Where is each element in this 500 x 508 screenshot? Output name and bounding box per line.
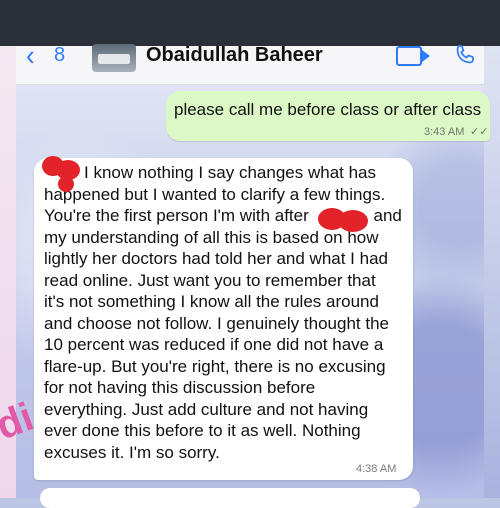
redaction-mark (338, 210, 368, 232)
avatar[interactable] (92, 44, 136, 72)
phone-call-icon[interactable] (452, 42, 478, 68)
message-line: for not having this discussion before (44, 378, 316, 397)
message-line: ever done this before to it as well. Not… (44, 421, 361, 440)
message-line: excuses it. I'm so sorry. (44, 442, 220, 462)
chevron-left-icon[interactable]: ‹ (26, 38, 35, 72)
message-line: flare-up. But you're right, there is no … (44, 356, 386, 376)
message-line: it's not something I know all the rules … (44, 292, 379, 311)
message-line: lightly her doctors had told her and wha… (44, 249, 388, 268)
outgoing-message-text: please call me before class or after cla… (174, 100, 482, 119)
device-status-bar (0, 0, 500, 46)
redaction-mark (58, 176, 74, 192)
read-receipt-icon: ✓✓ (470, 126, 489, 138)
back-button-count[interactable]: 8 (54, 44, 65, 67)
message-line: read online. Just want you to remember t… (44, 270, 376, 290)
contact-name[interactable]: Obaidullah Baheer (146, 44, 323, 67)
message-line: everything. Just add culture and not hav… (44, 399, 369, 419)
outgoing-message-time: 3:43 AM (424, 126, 465, 138)
message-line: happened but I wanted to clarify a few t… (44, 184, 386, 204)
incoming-message-time: 4:38 AM (356, 463, 397, 475)
message-line: 10 percent was reduced if one did not ha… (44, 335, 384, 354)
message-line: and choose not follow. I genuinely thoug… (44, 313, 389, 333)
message-line-part: You're the first person I'm with after (44, 206, 309, 225)
incoming-message-text: I know nothing I say changes what has ha… (44, 162, 412, 463)
next-message-bubble[interactable] (40, 488, 420, 508)
message-line: I know nothing I say changes what has (84, 163, 377, 182)
video-call-icon[interactable] (396, 46, 430, 66)
